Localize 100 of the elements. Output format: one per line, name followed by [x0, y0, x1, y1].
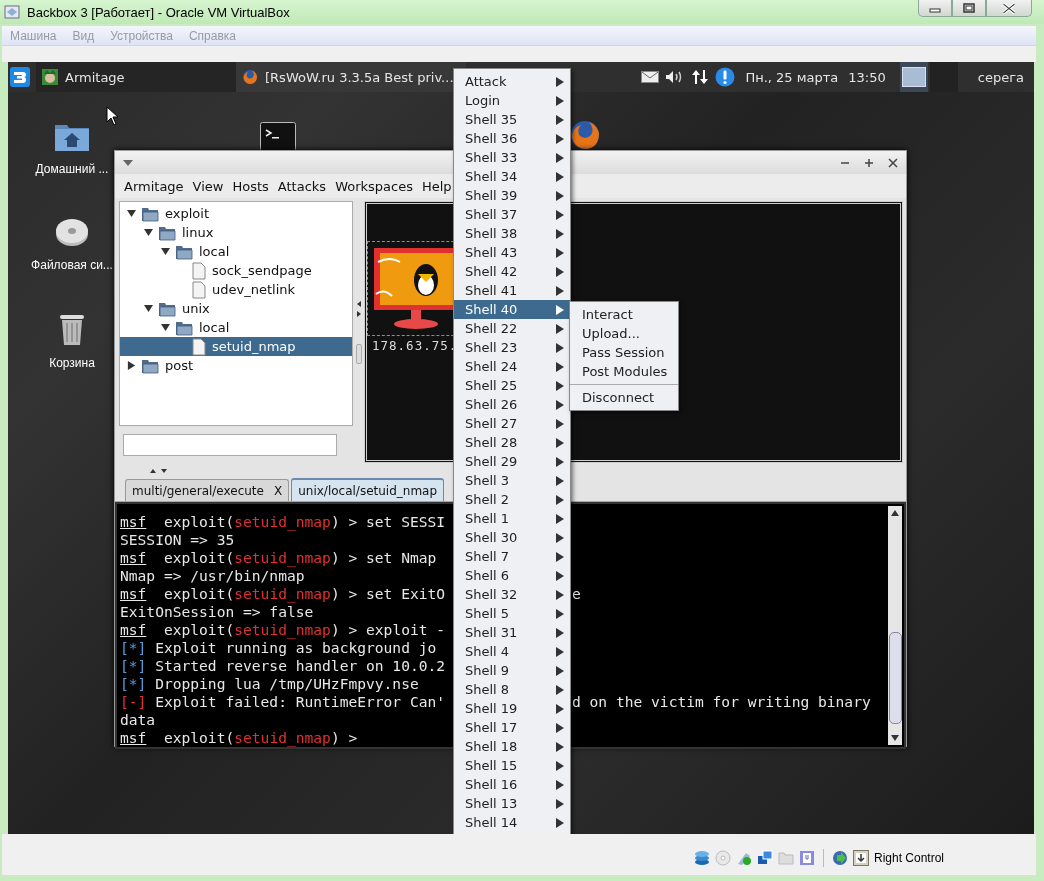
shared-display-icon[interactable]: [756, 849, 773, 866]
splitter-handle[interactable]: [355, 344, 362, 364]
menu-item[interactable]: Shell 27: [454, 414, 570, 433]
tab-close-button[interactable]: X: [273, 483, 283, 498]
menu-item[interactable]: Help: [421, 178, 452, 194]
menu-item[interactable]: Shell 25: [454, 376, 570, 395]
network-icon[interactable]: [691, 68, 710, 86]
tree-item[interactable]: local: [120, 318, 352, 337]
menu-item[interactable]: Shell 40: [454, 300, 570, 319]
menu-item[interactable]: View: [192, 178, 224, 194]
menu-item[interactable]: Shell 1: [454, 509, 570, 528]
expander-icon[interactable]: [144, 228, 153, 237]
menu-item[interactable]: Shell 35: [454, 110, 570, 129]
menu-item[interactable]: Shell 31: [454, 623, 570, 642]
menu-item[interactable]: Shell 18: [454, 737, 570, 756]
menu-item[interactable]: Shell 4: [454, 642, 570, 661]
expander-icon[interactable]: [161, 247, 170, 256]
menu-item[interactable]: Attacks: [277, 178, 327, 194]
maximize-icon[interactable]: [864, 157, 874, 168]
terminal-icon[interactable]: [260, 122, 296, 152]
window-menu-icon[interactable]: [123, 159, 133, 166]
tree-item[interactable]: exploit: [120, 204, 352, 223]
menu-item[interactable]: Shell 32: [454, 585, 570, 604]
menu-item[interactable]: Workspaces: [335, 178, 413, 194]
menu-item[interactable]: Shell 43: [454, 243, 570, 262]
menu-item[interactable]: Shell 36: [454, 129, 570, 148]
menu-item[interactable]: Interact: [570, 305, 678, 324]
keyboard-capture-icon[interactable]: [852, 849, 869, 866]
menu-item[interactable]: Shell 13: [454, 794, 570, 813]
taskbar-button[interactable]: [RsWoW.ru 3.3.5a Best priv...: [236, 62, 466, 92]
minimize-button[interactable]: [918, 0, 952, 17]
menu-item[interactable]: Shell 19: [454, 699, 570, 718]
menu-item[interactable]: Disconnect: [570, 388, 678, 407]
desktop-icon-label[interactable]: Корзина: [49, 356, 95, 370]
menu-item[interactable]: Shell 37: [454, 205, 570, 224]
menu-item[interactable]: Shell 5: [454, 604, 570, 623]
submenu-arrow-icon: [556, 684, 564, 695]
desktop-icon-label[interactable]: Домашний ...: [35, 162, 109, 176]
close-icon[interactable]: [888, 157, 898, 168]
tree-item[interactable]: udev_netlink: [120, 280, 352, 299]
menu-item[interactable]: Shell 34: [454, 167, 570, 186]
menu-item[interactable]: Armitage: [124, 178, 184, 194]
tree-item[interactable]: sock_sendpage: [120, 261, 352, 280]
maximize-button[interactable]: [952, 0, 986, 17]
expander-icon[interactable]: [161, 323, 170, 332]
mail-icon[interactable]: [641, 71, 660, 83]
workspace-switcher[interactable]: [929, 62, 958, 92]
menu-item[interactable]: Shell 33: [454, 148, 570, 167]
user-name[interactable]: серега: [977, 69, 1024, 85]
tree-item[interactable]: unix: [120, 299, 352, 318]
alert-icon[interactable]: [715, 67, 736, 87]
menu-item[interactable]: Shell 26: [454, 395, 570, 414]
hard-disk-icon[interactable]: [693, 849, 710, 866]
menu-item[interactable]: Shell 2: [454, 490, 570, 509]
hard-drive-icon[interactable]: [54, 216, 90, 248]
menu-item[interactable]: Shell 39: [454, 186, 570, 205]
tree-item[interactable]: post: [120, 356, 352, 375]
menu-item[interactable]: Shell 24: [454, 357, 570, 376]
menu-item[interactable]: Post Modules: [570, 362, 678, 381]
menu-item[interactable]: Shell 14: [454, 813, 570, 832]
tab[interactable]: unix/local/setuid_nmap: [291, 478, 445, 501]
menu-item[interactable]: Shell 29: [454, 452, 570, 471]
menu-item[interactable]: Upload...: [570, 324, 678, 343]
menu-item[interactable]: Shell 3: [454, 471, 570, 490]
menu-item[interactable]: Shell 16: [454, 775, 570, 794]
menu-item[interactable]: Shell 22: [454, 319, 570, 338]
menu-item[interactable]: Shell 17: [454, 718, 570, 737]
tab[interactable]: multi/general/execute X: [125, 479, 290, 501]
workspace-switcher[interactable]: [899, 62, 928, 92]
menu-item[interactable]: Shell 42: [454, 262, 570, 281]
menu-item[interactable]: Shell 9: [454, 661, 570, 680]
browser-icon[interactable]: [569, 119, 601, 151]
menu-item[interactable]: Shell 38: [454, 224, 570, 243]
expander-icon[interactable]: [127, 209, 136, 218]
desktop-icon-label[interactable]: Файловая си...: [31, 258, 113, 272]
expander-icon[interactable]: [127, 361, 136, 370]
menu-item[interactable]: Shell 15: [454, 756, 570, 775]
tree-item[interactable]: setuid_nmap: [120, 337, 352, 356]
scrollbar[interactable]: [888, 506, 902, 745]
tree-item[interactable]: local: [120, 242, 352, 261]
menu-item[interactable]: Shell 7: [454, 547, 570, 566]
menu-item[interactable]: Shell 30: [454, 528, 570, 547]
menu-item[interactable]: Shell 28: [454, 433, 570, 452]
menu-item[interactable]: Shell 41: [454, 281, 570, 300]
close-button[interactable]: [986, 0, 1032, 17]
splitter-arrows-icon[interactable]: [149, 468, 169, 474]
splitter-arrows-icon[interactable]: [355, 300, 362, 318]
scroll-up-icon[interactable]: [890, 509, 900, 517]
tree-item[interactable]: linux: [120, 223, 352, 242]
usb-device-icon[interactable]: [798, 849, 815, 866]
menu-item[interactable]: Shell 6: [454, 566, 570, 585]
expander-icon[interactable]: [144, 304, 153, 313]
menu-item[interactable]: Login: [454, 91, 570, 110]
scroll-down-icon[interactable]: [890, 734, 900, 742]
menu-item[interactable]: Pass Session: [570, 343, 678, 362]
menu-item[interactable]: Shell 8: [454, 680, 570, 699]
search-field[interactable]: [123, 434, 337, 456]
trash-icon[interactable]: [57, 312, 87, 346]
menu-item[interactable]: Hosts: [232, 178, 269, 194]
taskbar-button[interactable]: Armitage: [36, 62, 236, 92]
